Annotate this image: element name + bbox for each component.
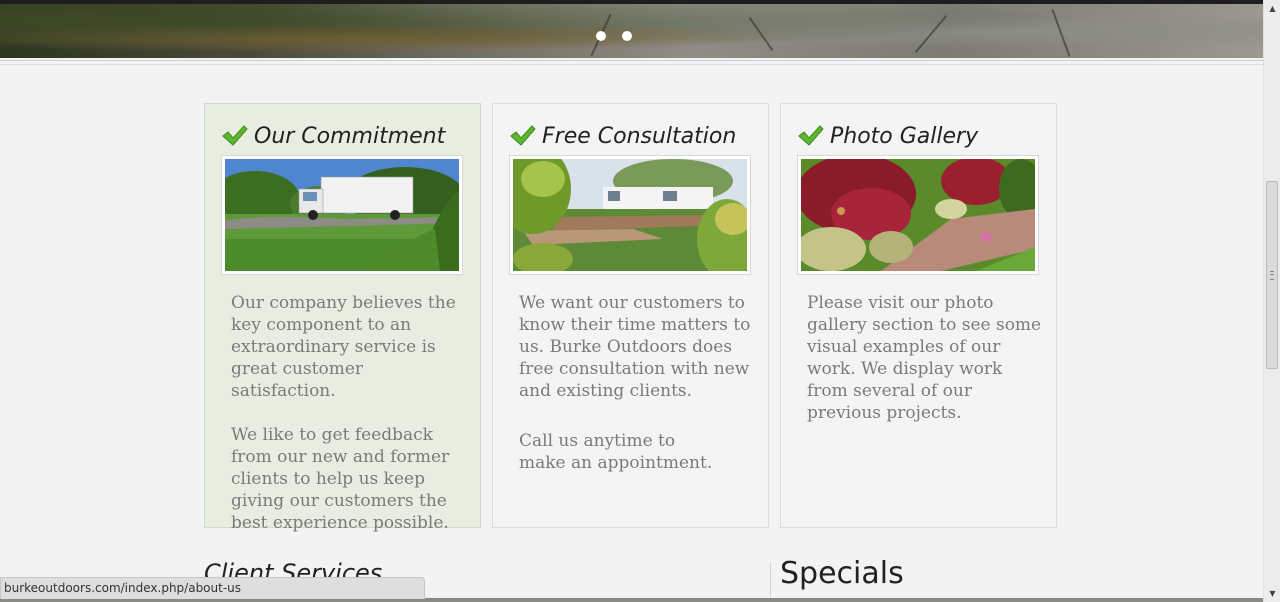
vertical-scrollbar[interactable]: ▲ ▼ <box>1263 0 1280 602</box>
card-paragraph: We want our customers to know their time… <box>519 293 751 401</box>
card-paragraph: Call us anytime to make an appointment. <box>519 431 713 473</box>
checkmark-icon <box>510 125 536 146</box>
garden-path-image <box>801 159 1035 271</box>
card-our-commitment[interactable]: Our Commitment Our company believes the … <box>204 103 481 533</box>
specials-heading: Specials <box>780 556 904 591</box>
card-photo-truck[interactable] <box>222 156 462 274</box>
card-title-label: Free Consultation <box>542 123 737 149</box>
card-title[interactable]: Our Commitment <box>222 121 445 151</box>
slider-dot-2[interactable] <box>622 31 632 41</box>
chevron-up-icon: ▲ <box>1269 4 1276 13</box>
status-bar-url: burkeoutdoors.com/index.php/about-us <box>0 577 425 599</box>
divider <box>0 64 1263 65</box>
card-title[interactable]: Free Consultation <box>510 121 736 151</box>
grip-icon <box>1270 271 1274 280</box>
card-paragraph: We like to get feedback from our new and… <box>231 425 450 533</box>
card-free-consultation[interactable]: Free Consultation We want our customers … <box>492 103 769 528</box>
card-description: We want our customers to know their time… <box>519 292 759 496</box>
card-paragraph: Our company believes the key component t… <box>231 293 456 401</box>
checkmark-icon <box>222 125 248 146</box>
card-title-label: Photo Gallery <box>830 123 979 149</box>
hero-texture <box>748 17 774 51</box>
divider <box>0 60 1263 61</box>
card-paragraph: Please visit our photo gallery section t… <box>807 293 1042 423</box>
card-description: Our company believes the key component t… <box>231 292 471 556</box>
card-photo-gallery[interactable]: Photo Gallery Please visit our photo gal… <box>780 103 1057 528</box>
column-divider <box>770 562 771 602</box>
house-yard-image <box>513 159 747 271</box>
card-photo-house[interactable] <box>510 156 750 274</box>
truck-lawn-image <box>225 159 459 271</box>
scroll-down-button[interactable]: ▼ <box>1264 585 1280 602</box>
scroll-up-button[interactable]: ▲ <box>1264 0 1280 17</box>
chevron-down-icon: ▼ <box>1269 589 1276 598</box>
card-description: Please visit our photo gallery section t… <box>807 292 1047 446</box>
card-photo-garden[interactable] <box>798 156 1038 274</box>
card-title-label: Our Commitment <box>254 123 446 149</box>
hero-texture <box>1051 9 1071 57</box>
card-title[interactable]: Photo Gallery <box>798 121 978 151</box>
scrollbar-thumb[interactable] <box>1266 181 1278 369</box>
hero-slider-image <box>0 0 1263 58</box>
checkmark-icon <box>798 125 824 146</box>
slider-dot-1[interactable] <box>596 31 606 41</box>
hero-texture <box>914 14 948 54</box>
